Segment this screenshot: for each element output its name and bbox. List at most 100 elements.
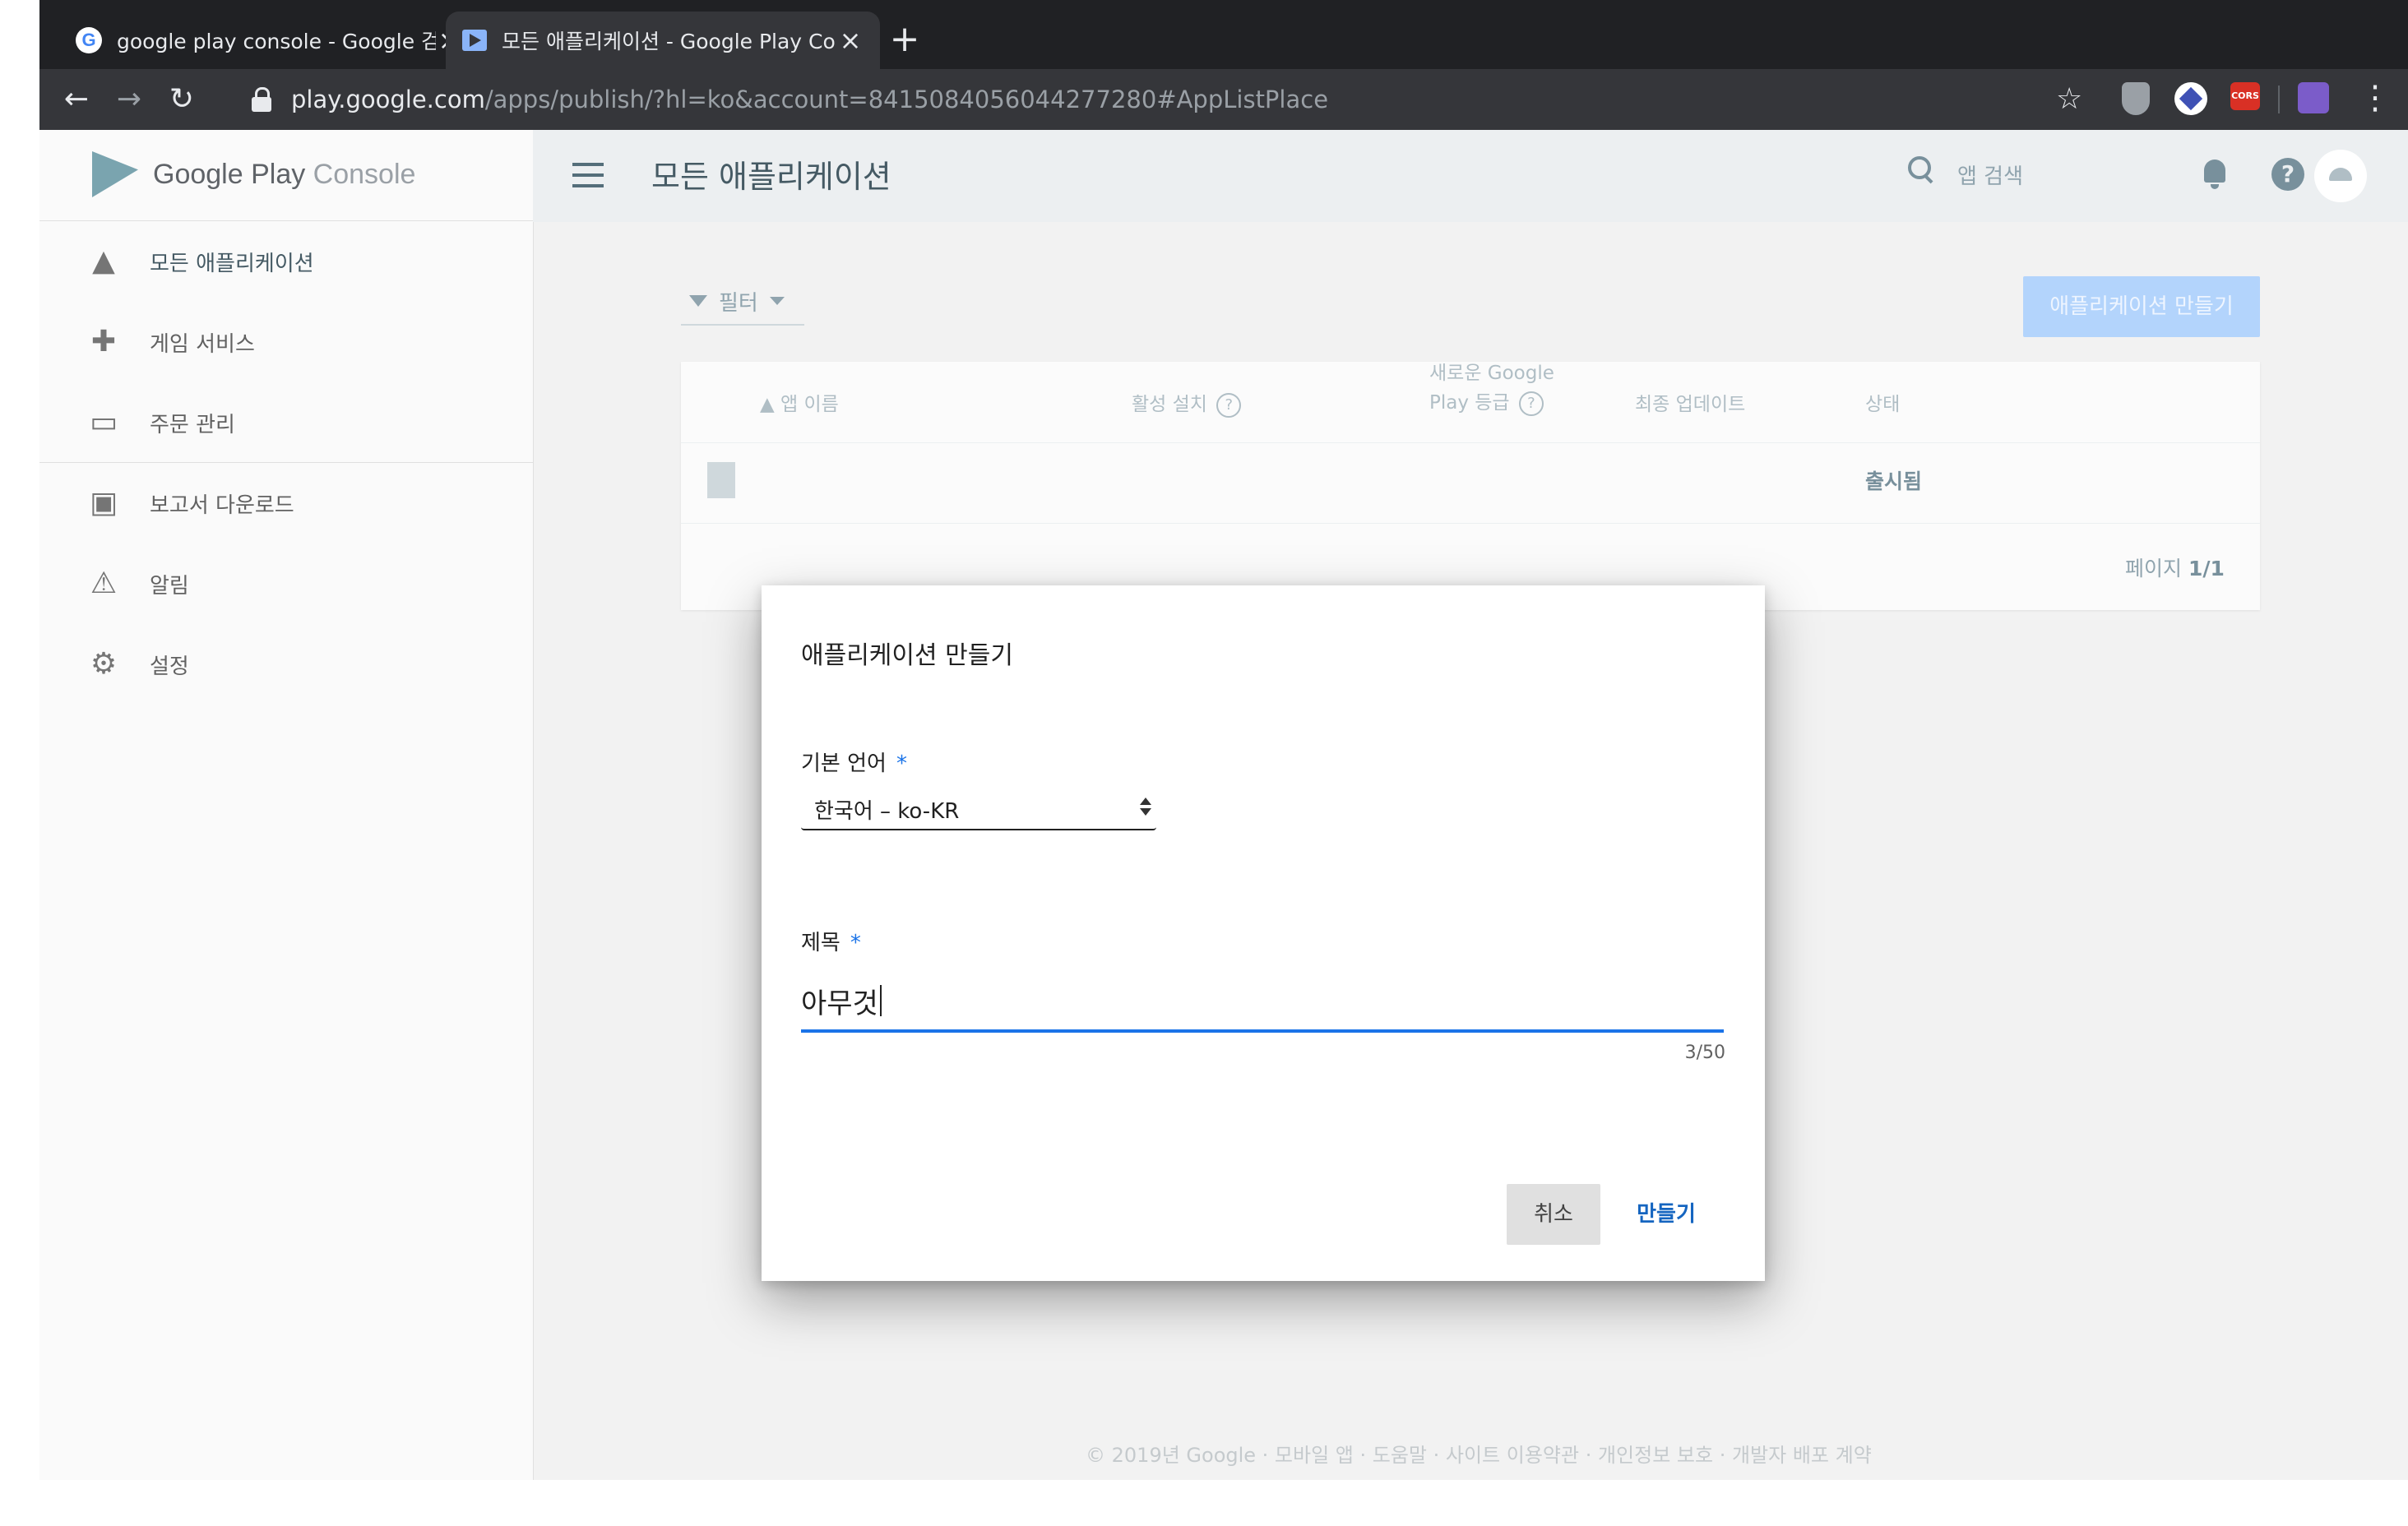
url-host: play.google.com [291,86,485,113]
lock-icon [250,86,273,113]
column-label: 활성 설치 [1132,394,1207,415]
footer-links[interactable]: © 2019년 Google · 모바일 앱 · 도움말 · 사이트 이용약관 … [1086,1439,1872,1468]
create-app-button[interactable]: 애플리케이션 만들기 [2023,276,2260,337]
sidebar-divider [39,220,533,221]
google-g-icon: G [76,27,102,53]
back-arrow-icon[interactable]: ← [54,77,99,122]
selected-language: 한국어 – ko-KR [814,798,960,824]
sidebar-item-label: 모든 애플리케이션 [150,251,314,276]
page-title: 모든 애플리케이션 [651,159,891,195]
address-bar[interactable]: play.google.com/apps/publish/?hl=ko&acco… [225,76,2216,123]
menu-icon[interactable] [572,163,604,187]
sidebar-item-game-services[interactable]: ✚ 게임 서비스 [86,317,255,367]
warning-icon: ⚠ [90,566,118,600]
tab-title: google play console - Google 검색 [117,30,436,53]
column-header-rating: 새로운 Google Play 등급 ? [1429,358,1554,418]
close-icon[interactable]: × [837,25,864,56]
sidebar-item-label: 알림 [150,573,189,599]
app-title-input[interactable]: 아무것 [801,972,1724,1033]
sidebar-item-label: 설정 [150,654,189,679]
avatar[interactable] [2314,150,2367,202]
column-label: 앱 이름 [780,394,839,415]
app-header: 모든 애플리케이션 앱 검색 ? [533,130,2408,222]
pagination: 페이지 1/1 [2125,553,2225,582]
search-icon[interactable] [1908,156,1933,181]
sidebar-item-alerts[interactable]: ⚠ 알림 [86,559,189,608]
tab-title: 모든 애플리케이션 - Google Play Console [502,30,837,53]
credit-card-icon: ▭ [89,405,118,439]
sidebar-item-label: 주문 관리 [150,412,235,437]
new-tab-button[interactable]: + [882,18,928,61]
sidebar-item-all-apps[interactable]: ▲ 모든 애플리케이션 [86,237,314,286]
sidebar-item-order-management[interactable]: ▭ 주문 관리 [86,398,235,447]
status-badge: 출시됨 [1865,469,1923,493]
gear-icon: ⚙ [90,647,118,681]
play-console-icon [462,30,487,51]
android-icon: ▲ [92,244,115,278]
tab-play-console[interactable]: 모든 애플리케이션 - Google Play Console × [446,12,880,69]
column-header-last-update: 최종 업데이트 [1635,390,1745,419]
language-field-label: 기본 언어 * [801,747,907,777]
column-header-app-name[interactable]: ▲ 앱 이름 [760,390,839,419]
help-circle-icon[interactable]: ? [1518,391,1544,416]
sidebar-item-label: 게임 서비스 [150,331,255,357]
profile-avatar-icon[interactable] [2298,82,2329,113]
app-table: ▲ 앱 이름 활성 설치 ? 새로운 Google Play 등급 ? 최종 업데… [681,362,2260,610]
forward-arrow-icon[interactable]: → [107,77,151,122]
required-mark: * [896,751,907,776]
toolbar-divider [2278,86,2280,113]
filter-icon [689,295,707,307]
extension-diamond-icon[interactable] [2174,82,2207,115]
column-label: 새로운 Google [1429,363,1554,384]
more-menu-icon[interactable]: ⋮ [2359,79,2392,117]
row-divider [681,523,2260,524]
create-app-dialog: 애플리케이션 만들기 기본 언어 * 한국어 – ko-KR 제목 * 아무것 3/… [762,585,1765,1281]
column-header-status: 상태 [1865,390,1900,419]
filter-label: 필터 [719,290,758,316]
sidebar-item-settings[interactable]: ⚙ 설정 [86,640,189,689]
gamepad-icon: ✚ [90,325,117,358]
sidebar-item-label: 보고서 다운로드 [150,492,294,518]
default-language-select[interactable]: 한국어 – ko-KR [801,789,1156,830]
pager-prefix: 페이지 [2125,557,2188,580]
brand-name: Google Play Console [153,159,415,191]
sidebar: Google Play Console ▲ 모든 애플리케이션 ✚ 게임 서비스… [39,130,534,1480]
column-label: Play 등급 [1429,392,1510,414]
label-text: 제목 [801,931,840,955]
app-title-value: 아무것 [801,987,878,1020]
sidebar-divider [39,462,533,463]
label-text: 기본 언어 [801,751,887,776]
tab-google-search[interactable]: G google play console - Google 검색 × [59,12,479,69]
help-icon[interactable]: ? [2271,158,2304,191]
url-text[interactable]: play.google.com/apps/publish/?hl=ko&acco… [291,86,1328,113]
play-console-page: Google Play Console ▲ 모든 애플리케이션 ✚ 게임 서비스… [39,130,2408,1480]
select-arrows-icon [1140,798,1151,819]
title-field-label: 제목 * [801,926,861,956]
pager-value: 1/1 [2188,557,2225,580]
brand-name-main: Google Play [153,158,306,190]
cancel-button[interactable]: 취소 [1507,1184,1600,1245]
row-divider [681,442,2260,443]
column-label: 상태 [1865,394,1901,415]
brand-logo[interactable]: Google Play Console [92,151,415,197]
shield-extension-icon[interactable] [2122,82,2150,115]
help-circle-icon[interactable]: ? [1216,392,1242,418]
tab-strip: G google play console - Google 검색 × 모든 애… [39,0,2408,69]
cors-extension-icon[interactable]: CORS [2230,82,2260,110]
sidebar-item-download-reports[interactable]: ▣ 보고서 다운로드 [86,479,294,528]
required-mark: * [850,931,861,955]
bell-icon[interactable] [2202,156,2227,189]
chevron-down-icon [769,297,785,305]
bookmark-star-icon[interactable]: ☆ [2056,82,2082,116]
character-counter: 3/50 [1684,1043,1725,1063]
app-icon [707,462,735,498]
column-label: 최종 업데이트 [1635,394,1746,415]
filter-dropdown[interactable]: 필터 [681,278,804,326]
play-logo-icon [92,151,138,197]
column-header-active-installs: 활성 설치 ? [1132,390,1242,419]
reload-icon[interactable]: ↻ [160,77,204,122]
dialog-title: 애플리케이션 만들기 [801,641,1013,670]
search-input[interactable]: 앱 검색 [1957,160,2023,190]
create-button[interactable]: 만들기 [1618,1184,1714,1245]
brand-name-sub: Console [305,158,416,190]
